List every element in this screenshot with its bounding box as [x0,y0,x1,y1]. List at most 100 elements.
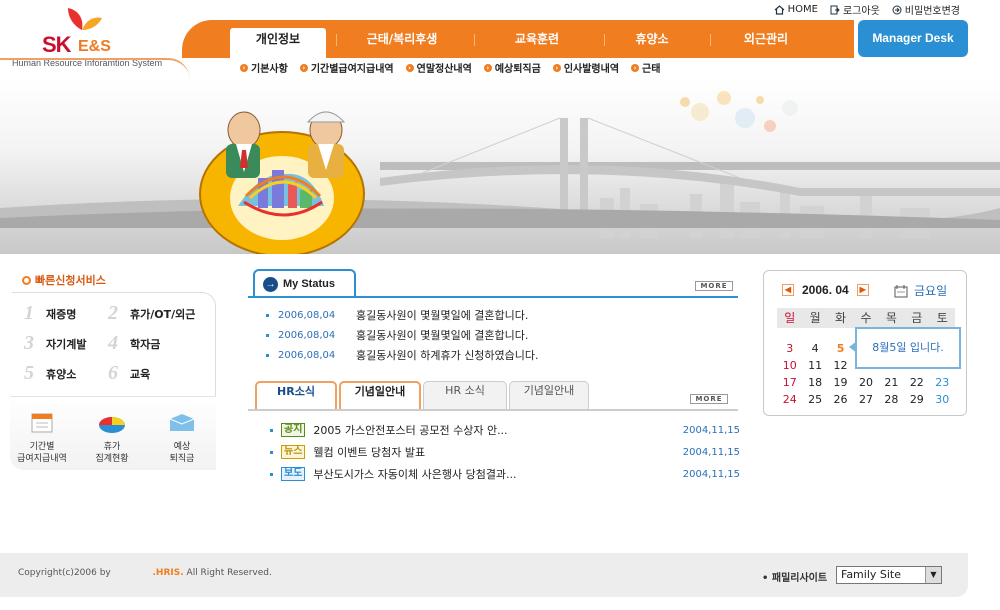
calendar-week: 24 25 26 27 28 29 30 [777,393,955,406]
tab-training[interactable]: 교육훈련 [482,28,592,50]
subnav-item-tax[interactable]: › 연말정산내역 [405,60,472,75]
news-badge: 보도 [281,467,306,481]
my-status-tab[interactable]: → My Status [253,269,356,297]
weekday-label: 목 [885,311,897,325]
calendar-day[interactable]: 27 [853,393,878,406]
calendar-week: 17 18 19 20 21 22 23 [777,376,955,389]
quick-icon-label-2: 급여지급내역 [17,454,67,464]
status-row[interactable]: 2006,08,04 홍길동사원이 몇월몇일에 결혼합니다. [266,307,528,323]
calendar-day[interactable]: 12 [828,359,853,372]
tab-hr-news[interactable]: HR소식 [255,381,337,410]
next-month-button[interactable]: ▶ [856,284,869,296]
subnav-item-appointment[interactable]: › 인사발령내역 [552,60,619,75]
status-row[interactable]: 2006,08,04 홍길동사원이 하계휴가 신청하였습니다. [266,347,539,363]
calendar-day[interactable]: 11 [802,359,827,372]
subnav-label: 기본사항 [251,64,288,75]
status-more-button[interactable]: MORE [695,281,733,291]
calendar: ◀ 2006. 04 ▶ 금요일 일 월 화 수 목 금 토 3 4 5 10 … [763,270,967,416]
prev-month-button[interactable]: ◀ [782,284,794,296]
quick-icon-panel: 기간별 급여지급내역 휴가 집계현황 예상 퇴직금 [10,396,216,470]
subnav-label: 예상퇴직금 [494,64,541,75]
calendar-day[interactable]: 22 [904,376,929,389]
quick-item-certificate[interactable]: 1 재증명 [24,302,76,325]
tab-hr-news-alt[interactable]: HR 소식 [423,381,507,410]
news-row[interactable]: 보도 부산도시가스 자동이체 사은행사 당첨결과... 2004,11,15 [270,466,740,482]
bullet-icon [266,353,269,357]
quick-item-number: 3 [24,332,34,354]
family-site-label: • 패밀리사이트 [762,573,828,584]
quick-icon-salary[interactable]: 기간별 급여지급내역 [12,411,72,465]
home-icon [774,4,785,15]
copyright: Copyright(c)2006 by .HRIS. All Right Res… [18,568,272,578]
tab-attendance-welfare[interactable]: 근태/복리후생 [342,28,462,50]
news-row[interactable]: 뉴스 웰컴 이벤트 당첨자 발표 2004,11,15 [270,444,740,460]
manager-desk-button[interactable]: Manager Desk [858,20,968,57]
news-date: 2004,11,15 [682,424,740,436]
pie-chart-icon [99,417,125,433]
quick-item-tuition[interactable]: 4 학자금 [108,332,160,355]
subnav-item-attendance[interactable]: › 근태 [631,60,660,75]
tab-anniversary[interactable]: 기념일안내 [339,381,421,410]
bullet-icon [266,313,269,317]
nav-divider [710,34,711,46]
quick-item-leave-ot[interactable]: 2 휴가/OT/외근 [108,302,195,325]
calendar-day[interactable]: 10 [777,359,802,372]
subnav-item-basic[interactable]: › 기본사항 [240,60,288,75]
subnav-item-salary[interactable]: › 기간별급여지급내역 [299,60,394,75]
calendar-day[interactable]: 20 [853,376,878,389]
chevron-down-icon[interactable]: ▼ [925,567,941,583]
calendar-day[interactable]: 4 [802,342,827,355]
weekday-label: 금 [911,311,923,325]
calendar-day[interactable]: 28 [879,393,904,406]
calendar-day[interactable]: 23 [930,376,955,389]
quick-icon-severance[interactable]: 예상 퇴직금 [152,411,212,465]
nav-divider [604,34,605,46]
quick-item-resort[interactable]: 5 휴양소 [24,362,76,385]
nav-divider [336,34,337,46]
logout-link[interactable]: 로그아웃 [830,2,880,17]
copyright-hris: .HRIS. [152,568,184,578]
calendar-day[interactable]: 21 [879,376,904,389]
quick-icon-label-2: 퇴직금 [169,454,195,464]
tab-personal-info[interactable]: 개인정보 [230,28,326,58]
calendar-day[interactable]: 25 [802,393,827,406]
news-badge: 공지 [281,423,306,437]
tab-anniversary-alt[interactable]: 기념일안내 [509,381,589,410]
subnav-item-severance[interactable]: › 예상퇴직금 [483,60,541,75]
subnav-label: 근태 [642,64,661,75]
calendar-day[interactable]: 19 [828,376,853,389]
tab-field-work[interactable]: 외근관리 [718,28,814,50]
calendar-weekday-header: 일 월 화 수 목 금 토 [777,308,955,328]
family-site-select[interactable]: Family Site ▼ [836,566,942,584]
quick-item-number: 5 [24,362,34,384]
quick-icon-label-2: 집계현황 [95,454,129,464]
quick-icon-leave-summary[interactable]: 휴가 집계현황 [82,411,142,465]
my-status-title: My Status [283,278,335,290]
quick-item-education[interactable]: 6 교육 [108,362,150,385]
copyright-prefix: Copyright(c)2006 by [18,568,111,578]
subnav-label: 연말정산내역 [416,64,472,75]
calendar-day[interactable]: 30 [930,393,955,406]
tab-resort[interactable]: 휴양소 [612,28,692,50]
calendar-day[interactable]: 18 [802,376,827,389]
calendar-day[interactable]: 3 [777,342,802,355]
status-divider [248,296,738,298]
calendar-day[interactable]: 29 [904,393,929,406]
calendar-weekday: 금요일 [894,282,947,299]
calendar-day[interactable]: 17 [777,376,802,389]
calendar-day[interactable]: 24 [777,393,802,406]
weekday-label: 토 [936,311,948,325]
calendar-day[interactable]: 26 [828,393,853,406]
quick-service-title-text: 빠른신청서비스 [35,274,106,287]
status-date: 2006,08,04 [278,329,336,341]
hr-more-button[interactable]: MORE [690,394,728,404]
logo-brand: SK [42,32,72,57]
status-row[interactable]: 2006,08,04 홍길동사원이 몇월몇일에 결혼합니다. [266,327,528,343]
arrow-bullet-icon: › [552,63,561,72]
news-title: 웰컴 이벤트 당첨자 발표 [313,446,426,459]
arrow-bullet-icon: › [405,63,414,72]
quick-item-self-development[interactable]: 3 자기계발 [24,332,86,355]
password-change-link[interactable]: 비밀번호변경 [892,2,960,17]
home-link[interactable]: HOME [774,2,818,17]
news-row[interactable]: 공지 2005 가스안전포스터 공모전 수상자 안... 2004,11,15 [270,422,740,438]
